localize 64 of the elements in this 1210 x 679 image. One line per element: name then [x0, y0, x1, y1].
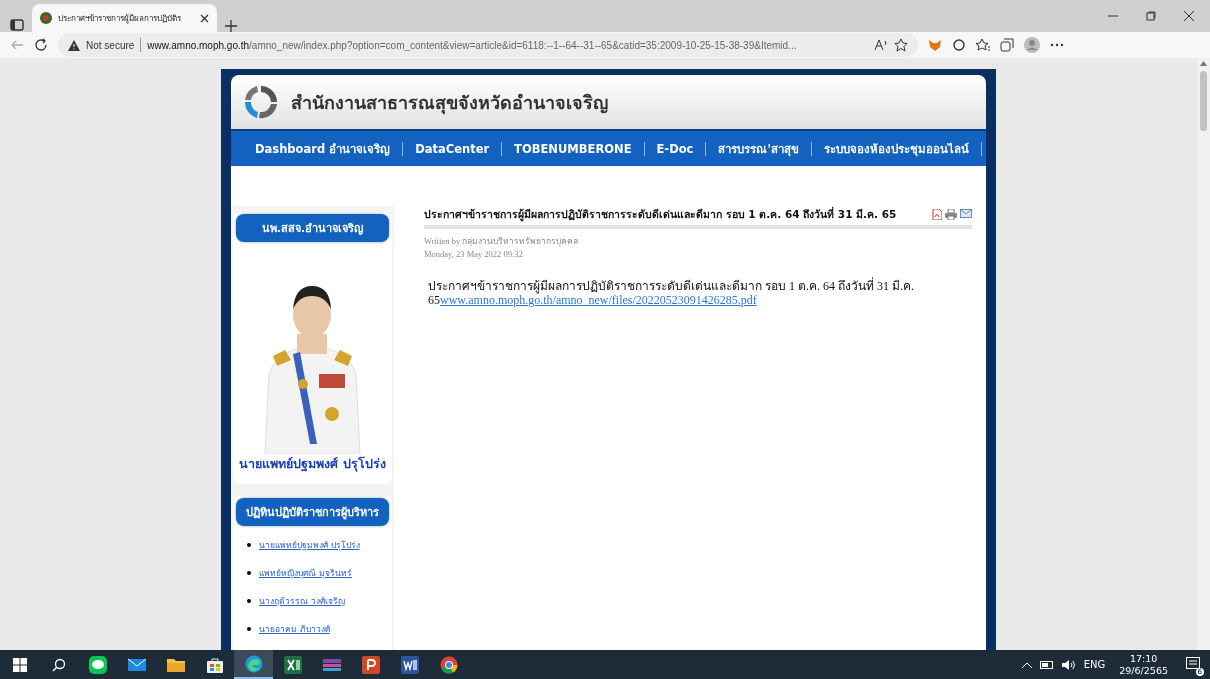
fox-icon[interactable] [928, 38, 942, 52]
close-icon[interactable] [200, 13, 209, 23]
scrollbar-thumb[interactable] [1200, 71, 1207, 131]
print-icon[interactable] [945, 209, 957, 220]
nav-link[interactable]: TOBENUMBERONE [502, 141, 645, 156]
windows-start-icon[interactable] [12, 657, 27, 672]
logo-icon [243, 84, 279, 120]
bullet-icon [247, 571, 251, 575]
article-title: ประกาศฯข้าราชการผู้มีผลการปฏิบัติราชการระดับดีเด่นและดีมาก รอบ 1 ต.ค. 64 ถึงวันที่ 31 มี.ค. 65 [424, 206, 898, 223]
nav-link[interactable]: สารบรรณ'สาสุข [706, 141, 812, 156]
battery-icon[interactable] [1039, 660, 1054, 669]
calendar-link[interactable]: นายอาคม ภิบาวงศ์ [259, 622, 330, 636]
nav-link[interactable]: Dashboard อำนาจเจริญ [243, 141, 404, 156]
site-title: สำนักงานสาธารณสุขจังหวัดอำนาจเจริญ [291, 90, 608, 117]
browser-circle-icon [439, 655, 458, 674]
speaker-icon[interactable] [1061, 659, 1076, 670]
close-icon[interactable] [1184, 11, 1194, 21]
calendar-link[interactable]: นางฤดีวรรณ วงศ์เจริญ [259, 594, 345, 608]
chevron-up-icon[interactable] [1021, 661, 1032, 668]
favorites-icon[interactable] [976, 38, 990, 52]
address-bar[interactable]: Not secure www.amno.moph.go.th/amno_new/index.php?option=com_content&view=article&id=6118:--1--64--31--65&catid=35:2009-10-25-15-38-39&Itemid... [58, 33, 918, 57]
presentation-icon [361, 655, 380, 674]
scroll-up-icon[interactable] [1200, 61, 1207, 66]
bullet-icon [247, 543, 251, 547]
tab-title: ประกาศฯข้าราชการผู้มีผลการปฏิบัติร [58, 12, 182, 25]
restore-icon[interactable] [1146, 11, 1156, 21]
calendar-link[interactable]: นายแพทย์ปฐมพงศ์ ปรุโปร่ง [259, 538, 360, 552]
language-indicator[interactable]: ENG [1083, 659, 1106, 670]
date-text: Monday, 23 May 2022 09:32 [424, 248, 524, 261]
tab-actions-icon[interactable] [10, 18, 24, 32]
article-body: ประกาศฯข้าราชการผู้มีผลการปฏิบัติราชการระดับดีเด่นและดีมาก รอบ 1 ต.ค. 64 ถึงวันที่ 31 มี.ค. 65www.amno.moph.go.th/amno_new/files/20220523091426285.pdf [427, 279, 915, 307]
author-text: Written by กลุ่มงานบริหารทรัพยากรบุคคล [424, 235, 580, 248]
notifications-icon[interactable] [1186, 656, 1200, 671]
pdf-icon[interactable] [932, 209, 942, 220]
read-aloud-icon[interactable] [874, 39, 888, 51]
browser-tab[interactable]: ประกาศฯข้าราชการผู้มีผลการปฏิบัติร [32, 4, 217, 32]
search-icon[interactable] [51, 657, 66, 672]
more-icon[interactable] [1050, 43, 1064, 47]
favorite-add-icon[interactable] [894, 38, 908, 52]
shopping-bag-icon [205, 655, 224, 674]
chat-bubble-icon [88, 655, 107, 674]
nav-link[interactable]: DataCenter [403, 141, 503, 156]
browser-swirl-icon [244, 654, 263, 673]
bullet-icon [247, 627, 251, 631]
security-label: Not secure [86, 39, 135, 51]
refresh-icon[interactable] [34, 38, 48, 52]
nav-link[interactable]: ระบบจองห้องประชุมออนไลน์ [811, 141, 982, 156]
section-heading: ปฏิทินปฏิบัติราชการผู้บริหาร [236, 498, 389, 526]
url-text: www.amno.moph.go.th/amno_new/index.php?option=com_content&view=article&id=6118:--1--64--31--65&catid=35:2009-10-25-15-38-39&Itemid... [147, 39, 797, 51]
file-link[interactable]: www.amno.moph.go.th/amno_new/files/20220523091426285.pdf [440, 293, 757, 307]
bullet-icon [247, 599, 251, 603]
spreadsheet-icon [283, 655, 302, 674]
section-heading: นพ.สสจ.อำนาจเจริญ [236, 214, 389, 242]
calendar-link[interactable]: แพทย์หญิงบุศณี มุจรินทร์ [259, 566, 352, 580]
clock[interactable]: 17:10 29/6/2565 [1119, 652, 1168, 677]
collections-icon[interactable] [1000, 38, 1014, 52]
nav-link[interactable]: E-Doc [644, 141, 707, 156]
warning-icon [68, 39, 80, 51]
email-icon[interactable] [960, 209, 972, 218]
site-logo-icon [40, 12, 52, 24]
new-tab-icon[interactable] [225, 20, 237, 32]
profile-icon[interactable] [1024, 37, 1040, 53]
director-name: นายแพทย์ปฐมพงศ์ ปรุโปร่ง [239, 455, 386, 474]
document-icon [400, 655, 419, 674]
